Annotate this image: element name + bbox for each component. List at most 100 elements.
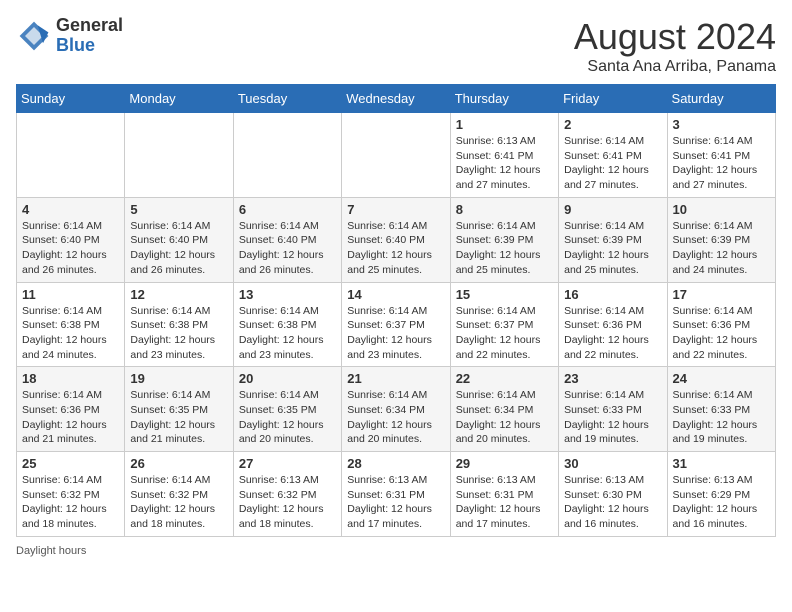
day-number: 12: [130, 287, 227, 302]
calendar-cell: 7 Sunrise: 6:14 AM Sunset: 6:40 PM Daylig…: [342, 197, 450, 282]
day-info: Sunrise: 6:13 AM Sunset: 6:32 PM Dayligh…: [239, 473, 336, 532]
day-of-week-header: Thursday: [450, 85, 558, 113]
day-info: Sunrise: 6:14 AM Sunset: 6:37 PM Dayligh…: [347, 304, 444, 363]
logo-text: General Blue: [56, 16, 123, 56]
calendar-cell: [342, 113, 450, 198]
calendar-cell: 28 Sunrise: 6:13 AM Sunset: 6:31 PM Dayli…: [342, 452, 450, 537]
calendar-cell: 12 Sunrise: 6:14 AM Sunset: 6:38 PM Dayli…: [125, 282, 233, 367]
day-info: Sunrise: 6:14 AM Sunset: 6:38 PM Dayligh…: [239, 304, 336, 363]
calendar-table: SundayMondayTuesdayWednesdayThursdayFrid…: [16, 84, 776, 537]
day-number: 9: [564, 202, 661, 217]
day-of-week-header: Saturday: [667, 85, 775, 113]
day-info: Sunrise: 6:14 AM Sunset: 6:40 PM Dayligh…: [22, 219, 119, 278]
day-info: Sunrise: 6:14 AM Sunset: 6:40 PM Dayligh…: [347, 219, 444, 278]
day-info: Sunrise: 6:13 AM Sunset: 6:31 PM Dayligh…: [347, 473, 444, 532]
calendar-cell: 27 Sunrise: 6:13 AM Sunset: 6:32 PM Dayli…: [233, 452, 341, 537]
day-info: Sunrise: 6:14 AM Sunset: 6:38 PM Dayligh…: [22, 304, 119, 363]
calendar-cell: 14 Sunrise: 6:14 AM Sunset: 6:37 PM Dayli…: [342, 282, 450, 367]
day-info: Sunrise: 6:14 AM Sunset: 6:33 PM Dayligh…: [564, 388, 661, 447]
month-title: August 2024: [574, 16, 776, 58]
day-of-week-header: Wednesday: [342, 85, 450, 113]
calendar-cell: 22 Sunrise: 6:14 AM Sunset: 6:34 PM Dayli…: [450, 367, 558, 452]
day-info: Sunrise: 6:14 AM Sunset: 6:38 PM Dayligh…: [130, 304, 227, 363]
day-number: 8: [456, 202, 553, 217]
day-info: Sunrise: 6:14 AM Sunset: 6:40 PM Dayligh…: [239, 219, 336, 278]
day-of-week-header: Tuesday: [233, 85, 341, 113]
calendar-cell: 20 Sunrise: 6:14 AM Sunset: 6:35 PM Dayli…: [233, 367, 341, 452]
calendar-cell: 25 Sunrise: 6:14 AM Sunset: 6:32 PM Dayli…: [17, 452, 125, 537]
day-number: 19: [130, 371, 227, 386]
day-number: 13: [239, 287, 336, 302]
day-number: 27: [239, 456, 336, 471]
logo-icon: [16, 18, 52, 54]
calendar-cell: 5 Sunrise: 6:14 AM Sunset: 6:40 PM Daylig…: [125, 197, 233, 282]
calendar-cell: 13 Sunrise: 6:14 AM Sunset: 6:38 PM Dayli…: [233, 282, 341, 367]
day-info: Sunrise: 6:14 AM Sunset: 6:37 PM Dayligh…: [456, 304, 553, 363]
calendar-cell: 15 Sunrise: 6:14 AM Sunset: 6:37 PM Dayli…: [450, 282, 558, 367]
day-number: 30: [564, 456, 661, 471]
day-number: 15: [456, 287, 553, 302]
day-number: 4: [22, 202, 119, 217]
day-number: 22: [456, 371, 553, 386]
day-number: 1: [456, 117, 553, 132]
calendar-cell: 31 Sunrise: 6:13 AM Sunset: 6:29 PM Dayli…: [667, 452, 775, 537]
day-info: Sunrise: 6:14 AM Sunset: 6:32 PM Dayligh…: [22, 473, 119, 532]
calendar-cell: 9Sunrise: 6:14 AM Sunset: 6:39 PM Daylig…: [559, 197, 667, 282]
day-number: 7: [347, 202, 444, 217]
day-info: Sunrise: 6:14 AM Sunset: 6:40 PM Dayligh…: [130, 219, 227, 278]
day-number: 11: [22, 287, 119, 302]
calendar-cell: 17 Sunrise: 6:14 AM Sunset: 6:36 PM Dayli…: [667, 282, 775, 367]
calendar-cell: 18Sunrise: 6:14 AM Sunset: 6:36 PM Dayli…: [17, 367, 125, 452]
calendar-cell: [233, 113, 341, 198]
day-info: Sunrise: 6:14 AM Sunset: 6:41 PM Dayligh…: [673, 134, 770, 193]
day-info: Sunrise: 6:14 AM Sunset: 6:35 PM Dayligh…: [239, 388, 336, 447]
calendar-cell: 6 Sunrise: 6:14 AM Sunset: 6:40 PM Daylig…: [233, 197, 341, 282]
day-number: 31: [673, 456, 770, 471]
calendar-cell: 1 Sunrise: 6:13 AM Sunset: 6:41 PM Daylig…: [450, 113, 558, 198]
day-number: 21: [347, 371, 444, 386]
day-number: 18: [22, 371, 119, 386]
daylight-label: Daylight hours: [16, 545, 86, 557]
calendar-cell: 4 Sunrise: 6:14 AM Sunset: 6:40 PM Daylig…: [17, 197, 125, 282]
day-info: Sunrise: 6:13 AM Sunset: 6:29 PM Dayligh…: [673, 473, 770, 532]
day-number: 25: [22, 456, 119, 471]
calendar-cell: 11 Sunrise: 6:14 AM Sunset: 6:38 PM Dayli…: [17, 282, 125, 367]
calendar-cell: 21 Sunrise: 6:14 AM Sunset: 6:34 PM Dayli…: [342, 367, 450, 452]
day-number: 17: [673, 287, 770, 302]
location: Santa Ana Arriba, Panama: [574, 58, 776, 76]
day-number: 2: [564, 117, 661, 132]
day-info: Sunrise: 6:14 AM Sunset: 6:36 PM Dayligh…: [564, 304, 661, 363]
day-info: Sunrise: 6:14 AM Sunset: 6:36 PM Dayligh…: [673, 304, 770, 363]
day-info: Sunrise: 6:13 AM Sunset: 6:41 PM Dayligh…: [456, 134, 553, 193]
calendar-cell: 16 Sunrise: 6:14 AM Sunset: 6:36 PM Dayli…: [559, 282, 667, 367]
day-info: Sunrise: 6:14 AM Sunset: 6:34 PM Dayligh…: [456, 388, 553, 447]
calendar-cell: 8 Sunrise: 6:14 AM Sunset: 6:39 PM Daylig…: [450, 197, 558, 282]
day-info: Sunrise: 6:13 AM Sunset: 6:30 PM Dayligh…: [564, 473, 661, 532]
day-number: 20: [239, 371, 336, 386]
day-number: 3: [673, 117, 770, 132]
calendar-cell: 3 Sunrise: 6:14 AM Sunset: 6:41 PM Daylig…: [667, 113, 775, 198]
day-number: 29: [456, 456, 553, 471]
day-number: 6: [239, 202, 336, 217]
day-number: 28: [347, 456, 444, 471]
title-block: August 2024 Santa Ana Arriba, Panama: [574, 16, 776, 76]
calendar-cell: 10Sunrise: 6:14 AM Sunset: 6:39 PM Dayli…: [667, 197, 775, 282]
day-of-week-header: Monday: [125, 85, 233, 113]
day-info: Sunrise: 6:14 AM Sunset: 6:33 PM Dayligh…: [673, 388, 770, 447]
day-info: Sunrise: 6:14 AM Sunset: 6:34 PM Dayligh…: [347, 388, 444, 447]
day-info: Sunrise: 6:14 AM Sunset: 6:32 PM Dayligh…: [130, 473, 227, 532]
day-of-week-header: Sunday: [17, 85, 125, 113]
day-info: Sunrise: 6:14 AM Sunset: 6:35 PM Dayligh…: [130, 388, 227, 447]
day-number: 24: [673, 371, 770, 386]
calendar-cell: [17, 113, 125, 198]
day-info: Sunrise: 6:14 AM Sunset: 6:39 PM Dayligh…: [673, 219, 770, 278]
calendar-cell: 24 Sunrise: 6:14 AM Sunset: 6:33 PM Dayli…: [667, 367, 775, 452]
day-number: 5: [130, 202, 227, 217]
page-header: General Blue August 2024 Santa Ana Arrib…: [16, 16, 776, 76]
day-info: Sunrise: 6:14 AM Sunset: 6:39 PM Dayligh…: [456, 219, 553, 278]
day-number: 16: [564, 287, 661, 302]
day-number: 23: [564, 371, 661, 386]
day-number: 26: [130, 456, 227, 471]
day-number: 14: [347, 287, 444, 302]
day-of-week-header: Friday: [559, 85, 667, 113]
